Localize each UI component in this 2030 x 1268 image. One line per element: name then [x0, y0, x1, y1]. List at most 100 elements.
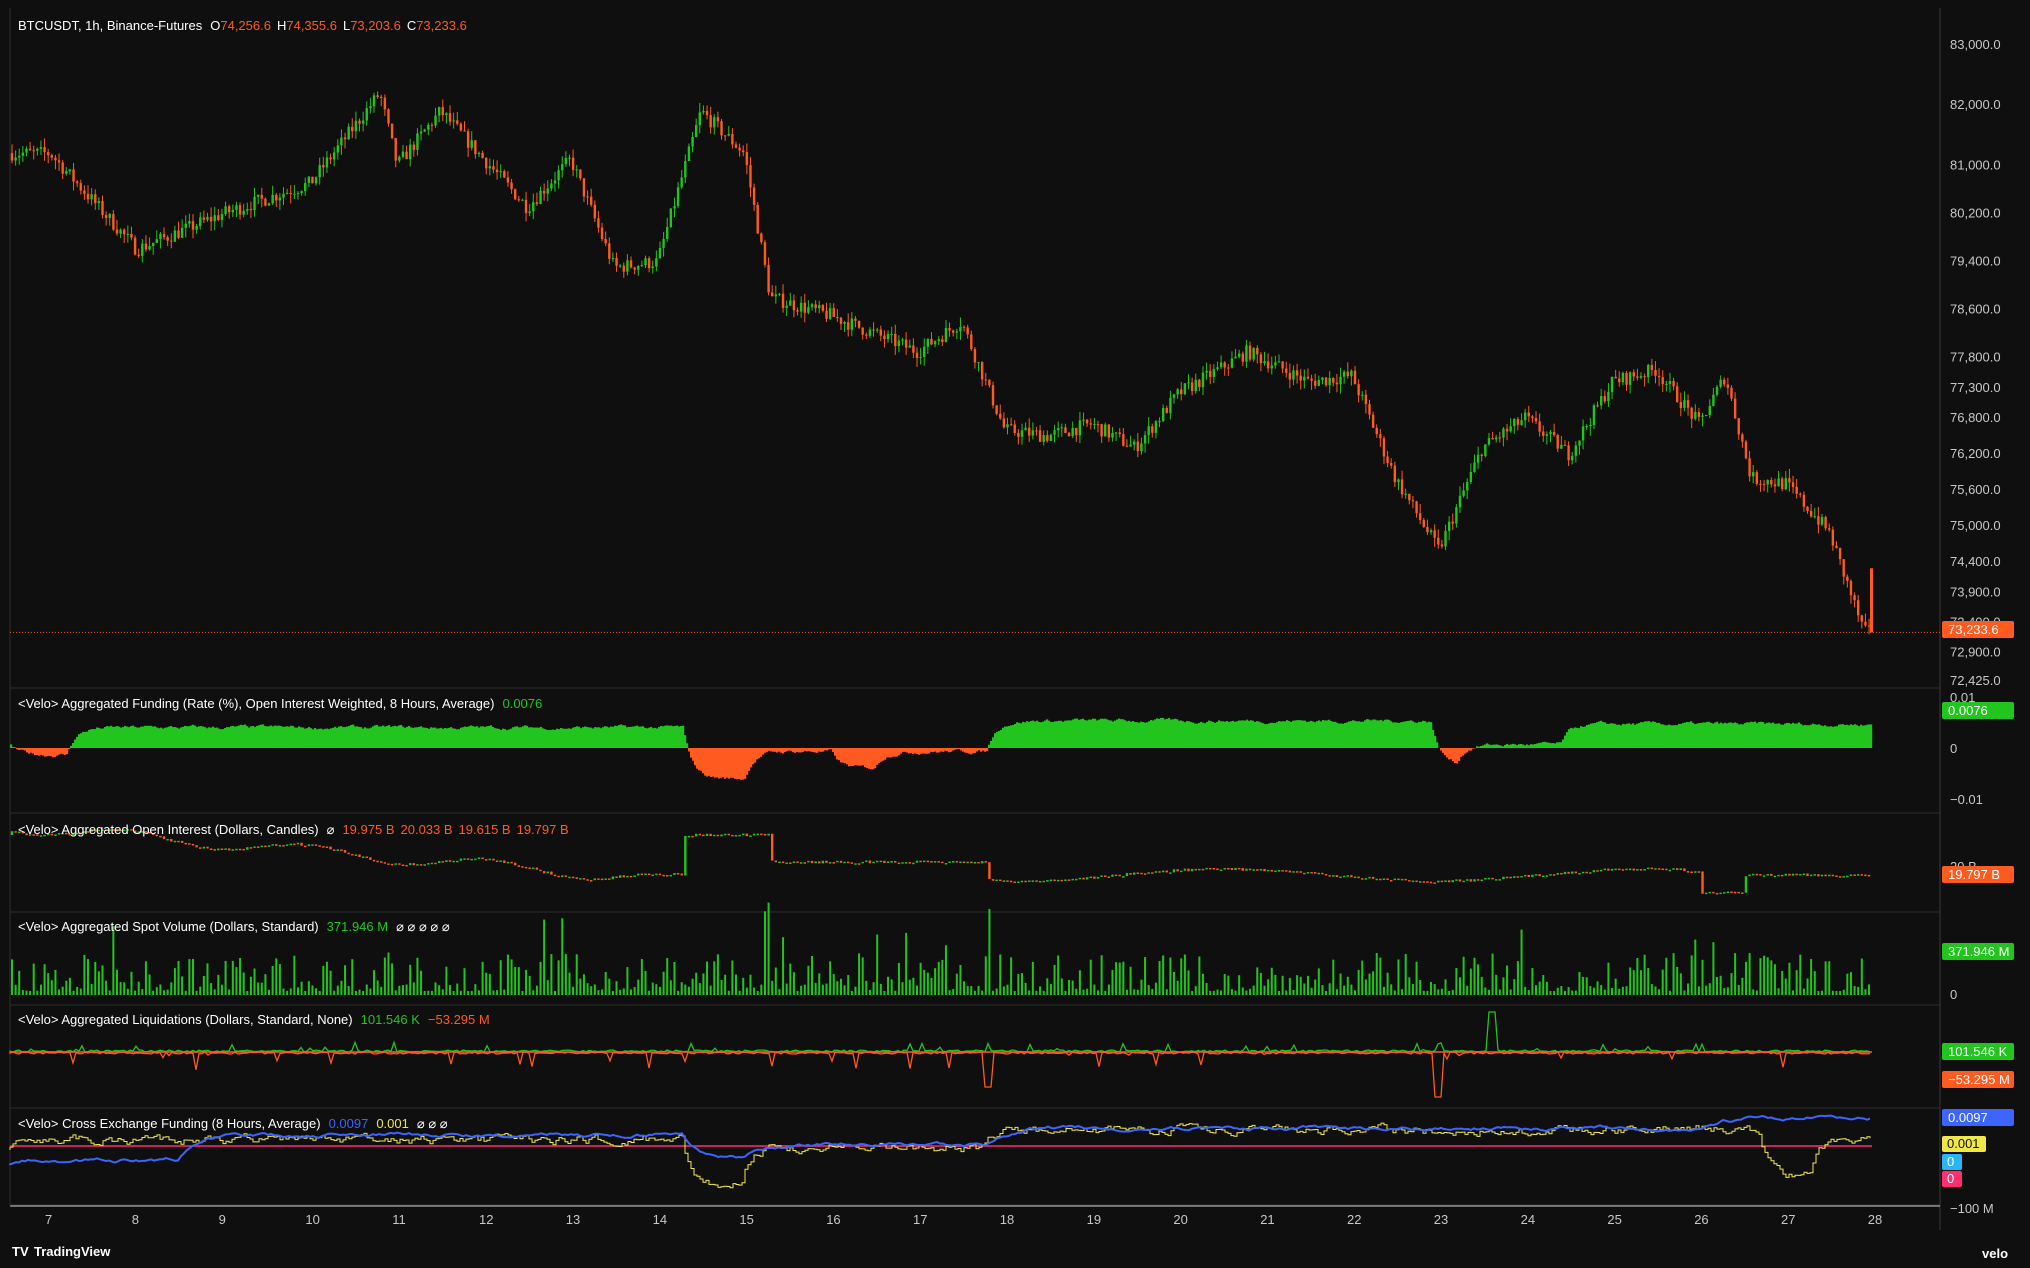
price-candle-body — [1748, 458, 1751, 477]
funding-bar — [178, 728, 181, 748]
oi-candle — [528, 867, 531, 870]
funding-bar — [604, 726, 607, 748]
price-candle-body — [1266, 361, 1270, 369]
oi-candle — [213, 849, 216, 851]
funding-bar — [1432, 729, 1435, 748]
tradingview-chart[interactable]: 83,000.082,000.081,000.080,200.079,400.0… — [0, 0, 2030, 1268]
oi-candle — [1755, 873, 1759, 876]
oi-candle — [1683, 868, 1686, 872]
oi-candle — [481, 857, 484, 860]
oi-candle — [966, 861, 969, 864]
oi-candle — [676, 873, 680, 875]
price-candle-body — [1842, 559, 1845, 577]
spot-volume-bar — [611, 991, 614, 995]
oi-badge: 19.797 B — [1948, 867, 2000, 882]
oi-candle — [694, 833, 698, 837]
funding-bar — [808, 748, 811, 752]
oi-candle — [1382, 878, 1386, 880]
price-candle-body — [571, 157, 575, 170]
price-candle-body — [1733, 398, 1737, 419]
spot-volume-bar — [850, 990, 853, 995]
funding-bar — [1656, 722, 1659, 748]
price-candle-body — [1426, 526, 1429, 533]
time-tick-label: 7 — [45, 1212, 52, 1227]
spot-volume-bar — [564, 953, 567, 995]
funding-bar — [158, 728, 161, 748]
price-candle-body — [1752, 472, 1755, 477]
oi-candle — [1835, 875, 1838, 877]
oi-candle — [1574, 871, 1578, 874]
funding-bar — [1324, 720, 1327, 748]
spot-volume-bar — [1578, 972, 1581, 995]
oi-candle — [1549, 874, 1552, 876]
price-candle-body — [1183, 383, 1187, 395]
price-candle-body — [314, 177, 318, 184]
oi-candle — [1817, 874, 1820, 877]
oi-candle — [1824, 874, 1827, 877]
spot-volume-bar — [29, 990, 32, 995]
funding-bar — [1462, 748, 1465, 756]
oi-candle — [1560, 872, 1563, 875]
funding-bar — [816, 748, 819, 753]
price-candle-body — [1864, 621, 1867, 626]
oi-candle — [1114, 874, 1118, 877]
spot-volume-bar — [1806, 978, 1809, 995]
oi-candle — [376, 860, 379, 863]
funding-bar — [274, 725, 277, 748]
price-candle-body — [528, 211, 531, 214]
spot-volume-bar — [546, 980, 549, 995]
spot-volume-bar — [307, 981, 310, 995]
funding-bar — [212, 726, 215, 748]
funding-bar — [1812, 723, 1815, 748]
spot-volume-bar — [782, 937, 785, 995]
price-candle-body — [1679, 402, 1683, 409]
spot-volume-bar — [166, 989, 169, 995]
spot-volume-bar — [1267, 979, 1270, 995]
spot-volume-bar — [579, 978, 582, 995]
funding-bar — [1784, 723, 1787, 748]
funding-bar — [536, 727, 539, 748]
price-candle-body — [1180, 389, 1183, 395]
funding-bar — [510, 728, 513, 748]
funding-bar — [1662, 724, 1665, 748]
funding-bar — [372, 726, 375, 748]
funding-bar — [666, 725, 669, 748]
funding-bar — [936, 748, 939, 753]
time-tick-label: 12 — [479, 1212, 493, 1227]
funding-bar — [1558, 742, 1561, 748]
funding-bar — [1492, 744, 1495, 748]
funding-bar — [1012, 724, 1015, 748]
oi-candle — [955, 861, 959, 863]
oi-candle — [390, 863, 394, 866]
price-candle-body — [1538, 421, 1541, 432]
price-candle-body — [1455, 507, 1458, 524]
funding-bar — [1588, 724, 1591, 748]
funding-bar — [1450, 748, 1453, 760]
oi-candle — [1339, 876, 1342, 879]
price-candle-body — [1447, 521, 1451, 531]
spot-volume-bar — [1469, 968, 1472, 995]
funding-bar — [1658, 722, 1661, 748]
oi-candle — [289, 843, 292, 846]
price-candle-body — [101, 201, 104, 216]
price-candle-body — [1085, 419, 1089, 424]
funding-bar — [1022, 721, 1025, 748]
funding-bar — [104, 727, 107, 748]
funding-bar — [602, 727, 605, 748]
funding-bar — [1358, 721, 1361, 748]
funding-bar — [140, 726, 143, 748]
spot-volume-bar — [1078, 970, 1081, 995]
oi-candle — [1802, 873, 1806, 876]
time-tick-label: 21 — [1260, 1212, 1274, 1227]
funding-bar — [562, 728, 565, 748]
spot-volume-bar — [973, 990, 976, 995]
funding-bar — [1110, 720, 1113, 748]
funding-bar — [384, 726, 387, 748]
price-candle-body — [1205, 370, 1208, 373]
price-candle-body — [1107, 424, 1111, 438]
price-candle-body — [1122, 434, 1125, 446]
oi-candle — [1690, 871, 1693, 874]
price-candle-body — [253, 196, 256, 211]
funding-bar — [28, 748, 31, 754]
funding-bar — [1362, 721, 1365, 748]
